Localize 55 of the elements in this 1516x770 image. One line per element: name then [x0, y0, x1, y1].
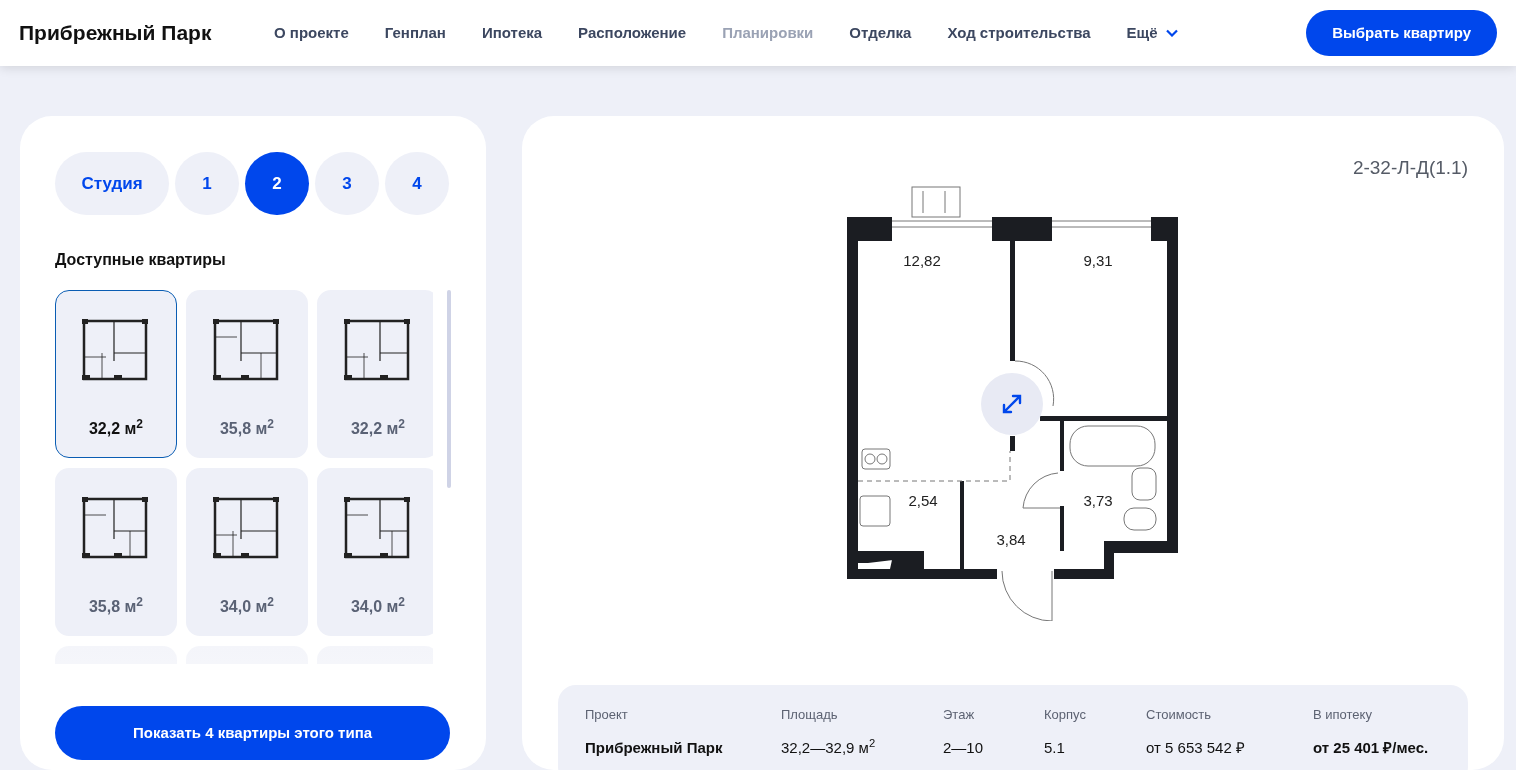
- info-label: Площадь: [781, 706, 839, 724]
- apartment-area: 35,8 м$^{2}$: [219, 417, 275, 441]
- apartment-area: 32,2 м$^{2}$: [88, 417, 144, 441]
- apartment-card[interactable]: 35,8 м$^{2}$: [55, 468, 177, 636]
- nav-link[interactable]: Расположение: [578, 21, 687, 45]
- room-type-tab[interactable]: 4: [385, 152, 449, 215]
- scrollbar[interactable]: [447, 290, 451, 488]
- list-title: Доступные квартиры: [55, 250, 227, 270]
- info-value: Прибрежный Парк: [585, 737, 724, 758]
- room-area-label: 12,82: [903, 252, 941, 269]
- floor-plan-thumbnail: [82, 495, 150, 561]
- apartment-area: 34,0 м$^{2}$: [219, 595, 275, 619]
- nav-link[interactable]: Отделка: [849, 21, 912, 45]
- floor-plan-thumbnail: [344, 495, 412, 561]
- info-label: Этаж: [943, 706, 976, 724]
- info-value: 32,2—32,9 м$^{2}$: [781, 736, 877, 758]
- apartment-card[interactable]: 32,2 м$^{2}$: [55, 290, 177, 458]
- apartment-card[interactable]: 35,8 м$^{2}$: [186, 290, 308, 458]
- apartment-area: 32,2 м$^{2}$: [350, 417, 406, 441]
- apartment-card[interactable]: 32,2 м$^{2}$: [317, 290, 434, 458]
- chevron-down-icon: [1165, 29, 1178, 37]
- apartment-area: 35,8 м$^{2}$: [88, 595, 144, 619]
- choose-apartment-button[interactable]: Выбрать квартиру: [1306, 10, 1497, 56]
- nav-link[interactable]: О проекте: [274, 21, 349, 45]
- apartment-card[interactable]: 34,0 м$^{2}$: [317, 468, 434, 636]
- nav-link[interactable]: Ещё: [1126, 21, 1178, 45]
- info-value: 2—10: [943, 737, 985, 758]
- plan-code: 2-32-Л-Д(1.1): [1352, 156, 1468, 180]
- apartment-card[interactable]: 34,0 м$^{2}$: [186, 468, 308, 636]
- nav-link[interactable]: Ипотека: [481, 21, 543, 45]
- info-label: Корпус: [1044, 706, 1087, 724]
- expand-icon: [1000, 392, 1024, 416]
- room-type-tab[interactable]: 2: [245, 152, 309, 215]
- floor-plan-thumbnail: [213, 495, 281, 561]
- floor-plan-thumbnail: [82, 317, 150, 383]
- floor-plan-thumbnail: [213, 317, 281, 383]
- site-logo[interactable]: Прибрежный Парк: [19, 17, 274, 49]
- info-value: от 25 401 ₽/мес.: [1313, 737, 1430, 758]
- info-value: 5.1: [1044, 737, 1066, 758]
- room-area-label: 3,84: [996, 531, 1026, 548]
- info-label: Стоимость: [1146, 706, 1213, 724]
- nav-link[interactable]: Ход строительства: [947, 21, 1091, 45]
- room-type-tab[interactable]: Студия: [55, 152, 169, 215]
- room-type-tab[interactable]: 3: [315, 152, 379, 215]
- apartment-area: 34,0 м$^{2}$: [350, 595, 406, 619]
- room-area-label: 2,54: [908, 492, 938, 509]
- show-apartments-button[interactable]: Показать 4 квартиры этого типа: [55, 706, 450, 760]
- info-value: от 5 653 542 ₽: [1146, 737, 1246, 758]
- room-area-label: 3,73: [1083, 492, 1113, 509]
- info-label: В ипотеку: [1313, 706, 1373, 724]
- floor-plan-thumbnail: [344, 317, 412, 383]
- nav-link[interactable]: Генплан: [384, 21, 446, 45]
- info-label: Проект: [585, 706, 629, 724]
- room-type-tab[interactable]: 1: [175, 152, 239, 215]
- room-area-label: 9,31: [1083, 252, 1113, 269]
